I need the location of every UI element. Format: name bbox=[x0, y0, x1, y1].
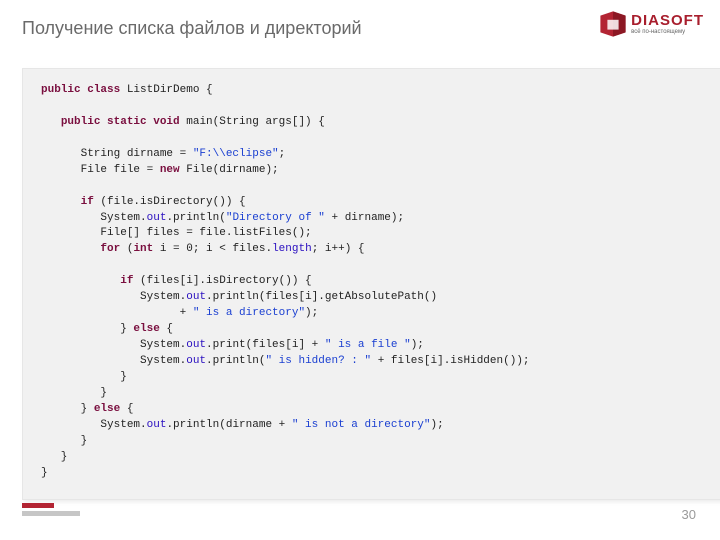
code-content: public class ListDirDemo { public static… bbox=[41, 83, 706, 481]
footer-accent-red bbox=[22, 503, 54, 508]
logo-text: DIASOFT bbox=[631, 13, 704, 28]
logo-icon bbox=[599, 10, 627, 38]
footer-accent-gray bbox=[22, 511, 80, 516]
slide-title: Получение списка файлов и директорий bbox=[22, 18, 362, 39]
logo-tagline: всё по-настоящему bbox=[631, 29, 704, 35]
brand-logo: DIASOFT всё по-настоящему bbox=[599, 10, 704, 38]
code-block: public class ListDirDemo { public static… bbox=[22, 68, 720, 500]
page-number: 30 bbox=[682, 507, 696, 522]
